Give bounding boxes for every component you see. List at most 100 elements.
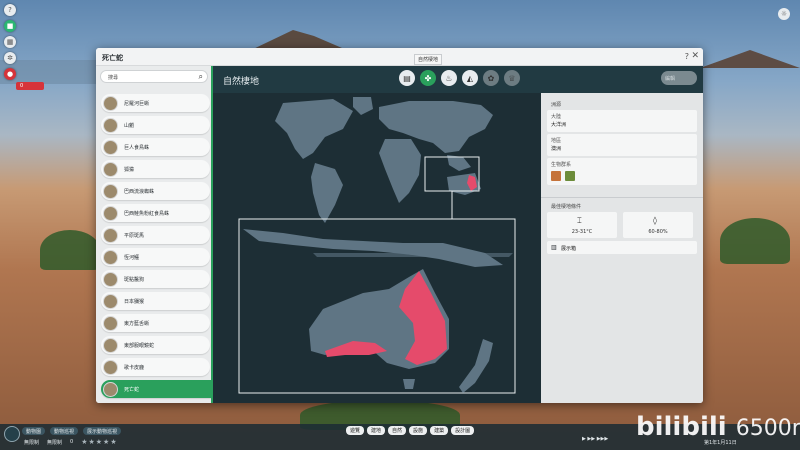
exhibit-icon: ▥ — [551, 244, 557, 251]
desert-biome-icon[interactable] — [551, 171, 561, 181]
build-tool-button[interactable]: 建築 — [430, 426, 449, 435]
animal-name: 巨人食鳥蛛 — [124, 144, 150, 151]
edit-label: 編輯 — [665, 75, 676, 82]
animal-thumbnail — [103, 227, 118, 243]
tab-enrichment[interactable]: ◭ — [462, 70, 478, 86]
calendar-button[interactable]: ▦ — [4, 36, 16, 48]
tab-social[interactable]: ✿ — [483, 70, 499, 86]
watermark-suffix: 6500riya — [735, 416, 800, 441]
staff-button[interactable]: ● — [4, 68, 16, 80]
list-item[interactable]: 東方藍舌蜥 — [101, 314, 210, 332]
build-tool-button[interactable]: 自然 — [388, 426, 407, 435]
continent-section-title: 洲源 — [551, 102, 562, 108]
habitat-info-panel: 洲源 大陸 大洋洲 地區 澳洲 生物群系 最佳棲地條件 ⌶ 23-31°C ◊ … — [541, 93, 703, 403]
list-item[interactable]: 巴西流浪蜘蛛 — [101, 182, 210, 200]
settings-button[interactable]: ✲ — [4, 52, 16, 64]
search-input[interactable]: 搜尋 ⌕ — [100, 70, 208, 83]
bottom-chip-row: 動物園 動物巡視 展示動物巡視 — [22, 427, 126, 435]
tab-tooltip: 自然棲地 — [414, 54, 443, 65]
top-right-button[interactable]: ☼ — [778, 8, 790, 20]
tab-trophy[interactable]: ♕ — [504, 70, 520, 86]
build-tool-button[interactable]: 設施 — [409, 426, 428, 435]
list-item[interactable]: 尼羅河巨蜥 — [101, 94, 210, 112]
window-help-button[interactable]: ? — [685, 52, 689, 61]
list-item[interactable]: 山魈 — [101, 116, 210, 134]
continent-value: 大洋洲 — [551, 122, 567, 128]
build-tool-button[interactable]: 遊覽 — [346, 426, 365, 435]
paw-icon: ✿ — [487, 73, 495, 83]
exhibit-card[interactable]: ▥ 展示箱 — [547, 241, 697, 254]
build-toolbar: 遊覽 建地 自然 設施 建築 設計圖 — [346, 426, 477, 435]
background-mountain — [700, 50, 800, 68]
animal-name: 死亡蛇 — [124, 386, 140, 393]
window-titlebar: 死亡蛇 ? ✕ — [96, 48, 703, 66]
tab-diet[interactable]: ♨ — [441, 70, 457, 86]
animal-name: 歌卡皮鹿 — [124, 364, 145, 371]
list-item[interactable]: 日本獼猴 — [101, 292, 210, 310]
animal-name: 山魈 — [124, 122, 135, 129]
list-item[interactable]: 東部服眼鏡蛇 — [101, 336, 210, 354]
enrichment-icon: ◭ — [466, 73, 474, 83]
edit-button[interactable]: 編輯 — [661, 71, 697, 85]
exhibit-label: 展示箱 — [561, 246, 577, 252]
temperature-card: ⌶ 23-31°C — [547, 212, 617, 238]
grassland-biome-icon[interactable] — [565, 171, 576, 181]
region-card: 地區 澳洲 — [547, 134, 697, 156]
biome-label: 生物群系 — [551, 162, 572, 168]
animal-thumbnail — [103, 161, 118, 177]
zoo-rating-stars: ★★★★★ — [81, 438, 118, 446]
food-sack-icon: ♨ — [445, 73, 453, 83]
habitat-map — [213, 93, 541, 403]
watermark: bilibili 6500riya — [636, 412, 800, 442]
tab-overview[interactable]: ▤ — [399, 70, 415, 86]
camera-control[interactable] — [4, 426, 20, 442]
list-item[interactable]: 死亡蛇 — [101, 380, 213, 398]
list-item[interactable]: 巨人食鳥蛛 — [101, 138, 210, 156]
research-value: 無限制 — [47, 439, 63, 446]
new-zealand-shape — [459, 339, 493, 393]
settings-icon: ☼ — [780, 10, 788, 18]
droplet-icon: ◊ — [653, 216, 657, 225]
animal-name: 東方藍舌蜥 — [124, 320, 150, 327]
habitat-icon: ✤ — [424, 73, 432, 83]
list-item[interactable]: 狐獴 — [101, 160, 210, 178]
background-palm — [40, 230, 100, 270]
speed-controls[interactable]: ▶ ▶▶ ▶▶▶ — [582, 436, 608, 442]
thermometer-icon: ⌶ — [577, 216, 582, 225]
build-tool-button[interactable]: 設計圖 — [451, 426, 475, 435]
list-item[interactable]: 恆河鱷 — [101, 248, 210, 266]
region-value: 澳洲 — [551, 146, 562, 152]
bottom-chip[interactable]: 動物巡視 — [50, 427, 79, 435]
animal-name: 狐獴 — [124, 166, 135, 173]
animal-name: 日本獼猴 — [124, 298, 145, 305]
money-value: 無限制 — [24, 439, 40, 446]
build-tool-button[interactable]: 建地 — [367, 426, 386, 435]
help-button[interactable]: ? — [4, 4, 16, 16]
bottom-status-row: 無限制 無限制 0 ★★★★★ — [24, 438, 118, 446]
tab-habitat[interactable]: ✤ — [420, 70, 436, 86]
animal-name: 尼羅河巨蜥 — [124, 100, 150, 107]
animal-thumbnail — [103, 205, 118, 221]
list-item[interactable]: 斑點鬣狗 — [101, 270, 210, 288]
left-hud: ? ■ ▦ ✲ ● — [4, 4, 18, 84]
zoo-info-button[interactable]: ■ — [4, 20, 16, 32]
world-landmass — [275, 97, 513, 257]
animal-thumbnail — [103, 95, 118, 111]
list-item[interactable]: 平原斑馬 — [101, 226, 210, 244]
animal-thumbnail — [103, 183, 118, 199]
bottom-chip[interactable]: 展示動物巡視 — [83, 427, 122, 435]
humidity-value: 60-80% — [648, 229, 668, 235]
calendar-icon: ▦ — [6, 38, 14, 46]
window-close-button[interactable]: ✕ — [691, 51, 699, 61]
document-icon: ▤ — [403, 73, 411, 83]
conditions-title: 最佳棲地條件 — [551, 204, 582, 210]
background-palm — [720, 218, 790, 264]
bottom-chip[interactable]: 動物園 — [22, 427, 46, 435]
animal-thumbnail — [103, 271, 118, 287]
watermark-logo: bilibili — [636, 412, 727, 442]
list-item[interactable]: 歌卡皮鹿 — [101, 358, 210, 376]
animal-thumbnail — [103, 359, 118, 375]
list-item[interactable]: 巴西鮭魚粉紅食鳥蛛 — [101, 204, 210, 222]
divider — [541, 197, 703, 198]
tasmania-shape — [403, 379, 415, 389]
